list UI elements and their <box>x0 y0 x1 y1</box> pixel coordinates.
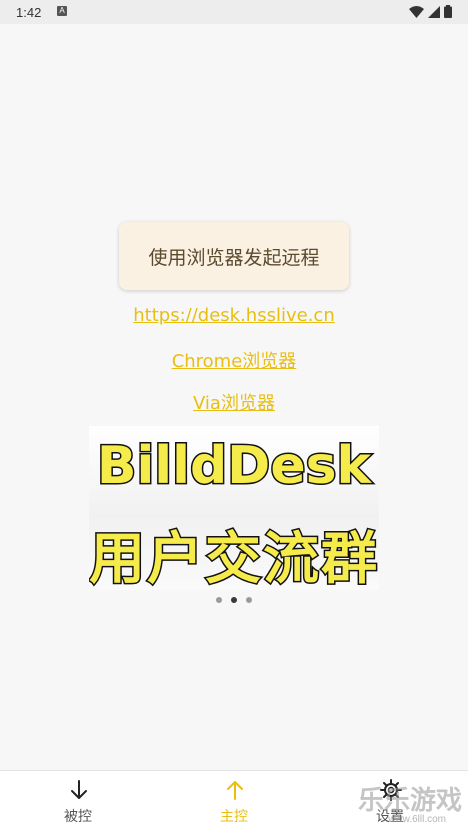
a-badge-icon: A <box>57 6 67 16</box>
battery-icon <box>444 5 452 18</box>
banner-title: BilldDesk <box>95 435 372 498</box>
carousel-dot[interactable] <box>246 597 252 603</box>
nav-item-label: 被控 <box>64 809 92 825</box>
status-bar: 1:42 A <box>0 0 468 24</box>
status-icons <box>409 5 452 18</box>
carousel-dot[interactable] <box>216 597 222 603</box>
website-link[interactable]: https://desk.hsslive.cn <box>0 305 468 326</box>
carousel-indicator <box>0 597 468 603</box>
chrome-browser-link[interactable]: Chrome浏览器 <box>0 347 468 373</box>
start-remote-label: 使用浏览器发起远程 <box>148 246 320 269</box>
nav-item-label: 主控 <box>220 809 248 825</box>
wifi-icon <box>409 5 424 18</box>
bottom-nav: 被控 主控 设置 <box>0 770 468 833</box>
arrow-down-icon <box>71 780 87 799</box>
banner-subtitle: 用户交流群 <box>89 526 379 591</box>
via-browser-link[interactable]: Via浏览器 <box>0 389 468 415</box>
signal-icon <box>428 5 440 18</box>
start-remote-button[interactable]: 使用浏览器发起远程 <box>119 222 349 290</box>
nav-item-controlled[interactable]: 被控 <box>23 771 133 833</box>
carousel-dot-active[interactable] <box>231 597 237 603</box>
nav-item-settings[interactable]: 设置 <box>335 771 445 833</box>
nav-item-label: 设置 <box>376 809 404 825</box>
arrow-up-icon <box>227 781 243 800</box>
gear-icon <box>380 779 402 801</box>
community-banner[interactable]: BilldDesk 用户交流群 <box>89 426 379 590</box>
status-time: 1:42 <box>16 5 42 20</box>
nav-item-master[interactable]: 主控 <box>179 771 289 833</box>
